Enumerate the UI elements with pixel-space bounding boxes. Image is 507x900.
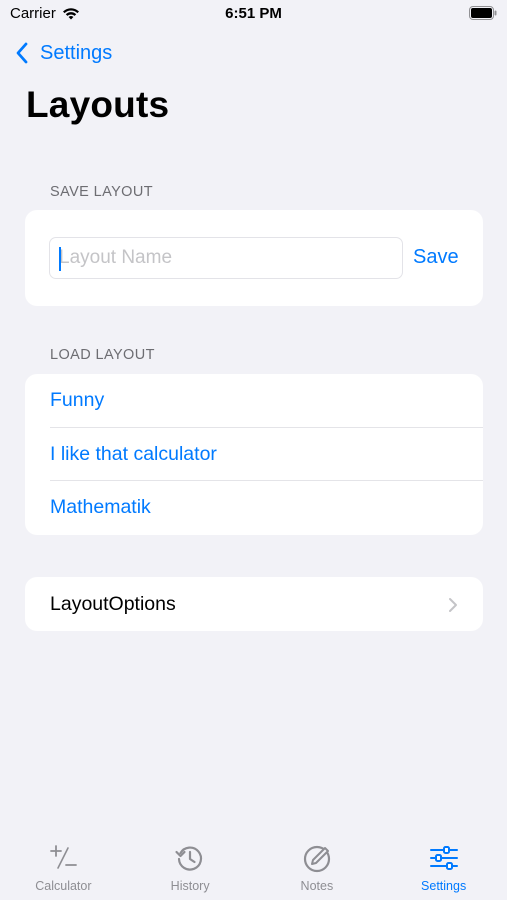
tab-calculator-label: Calculator (35, 879, 92, 893)
status-bar: Carrier 6:51 PM (0, 0, 507, 30)
tab-calculator[interactable]: Calculator (0, 836, 126, 900)
tab-settings[interactable]: Settings (381, 836, 507, 900)
layout-item-i-like-that-calculator[interactable]: I like that calculator (25, 428, 483, 481)
plus-minus-icon (50, 845, 78, 869)
save-layout-header: SAVE LAYOUT (50, 184, 153, 200)
tab-settings-label: Settings (421, 879, 467, 893)
layout-name-field-container (49, 237, 403, 279)
history-icon (175, 846, 203, 871)
layout-item-mathematik[interactable]: Mathematik (25, 481, 483, 535)
notes-icon (303, 845, 330, 873)
layout-options-row[interactable]: LayoutOptions (25, 577, 483, 631)
layout-item-label: I like that calculator (50, 442, 217, 465)
layout-item-label: Funny (50, 389, 105, 412)
back-button[interactable]: Settings (14, 38, 112, 68)
tab-notes[interactable]: Notes (254, 836, 380, 900)
save-layout-card: Save (25, 210, 483, 306)
layout-item-label: Mathematik (50, 496, 151, 519)
tab-history-label: History (170, 879, 210, 893)
chevron-right-icon (449, 598, 457, 612)
tab-notes-label: Notes (300, 879, 334, 893)
status-time: 6:51 PM (225, 5, 282, 22)
battery-icon (469, 6, 497, 20)
load-layout-header: LOAD LAYOUT (50, 347, 155, 363)
back-button-label: Settings (40, 41, 113, 64)
tab-bar: Calculator History Notes Settings (0, 836, 507, 900)
layout-name-input[interactable] (50, 238, 402, 278)
layout-options-card: LayoutOptions (25, 577, 483, 631)
layouts-screen: Carrier 6:51 PM Settings Layouts SAVE LA… (0, 0, 507, 900)
load-layout-list: Funny I like that calculator Mathematik (25, 374, 483, 535)
tab-history[interactable]: History (127, 836, 253, 900)
text-cursor (59, 247, 61, 271)
layout-item-funny[interactable]: Funny (25, 374, 483, 428)
sliders-icon (429, 846, 458, 870)
layout-options-label: LayoutOptions (50, 592, 176, 615)
page-title: Layouts (26, 84, 170, 125)
save-button[interactable]: Save (413, 246, 459, 269)
chevron-left-icon (16, 42, 28, 64)
